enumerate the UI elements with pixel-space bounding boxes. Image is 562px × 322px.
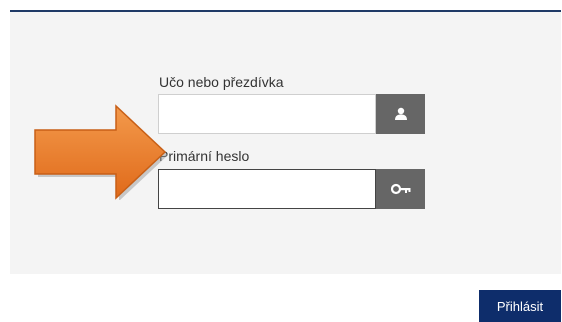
login-button[interactable]: Přihlásit bbox=[479, 290, 561, 322]
user-icon bbox=[394, 107, 407, 120]
username-label: Učo nebo přezdívka bbox=[159, 74, 284, 90]
username-addon bbox=[376, 94, 425, 134]
arrow-right-icon bbox=[34, 104, 168, 200]
password-input[interactable] bbox=[159, 170, 375, 208]
password-field[interactable] bbox=[158, 169, 376, 209]
username-input[interactable] bbox=[159, 95, 375, 133]
username-field[interactable] bbox=[158, 94, 376, 134]
password-addon bbox=[376, 169, 425, 209]
key-icon bbox=[390, 183, 410, 195]
password-label: Primární heslo bbox=[159, 148, 250, 164]
